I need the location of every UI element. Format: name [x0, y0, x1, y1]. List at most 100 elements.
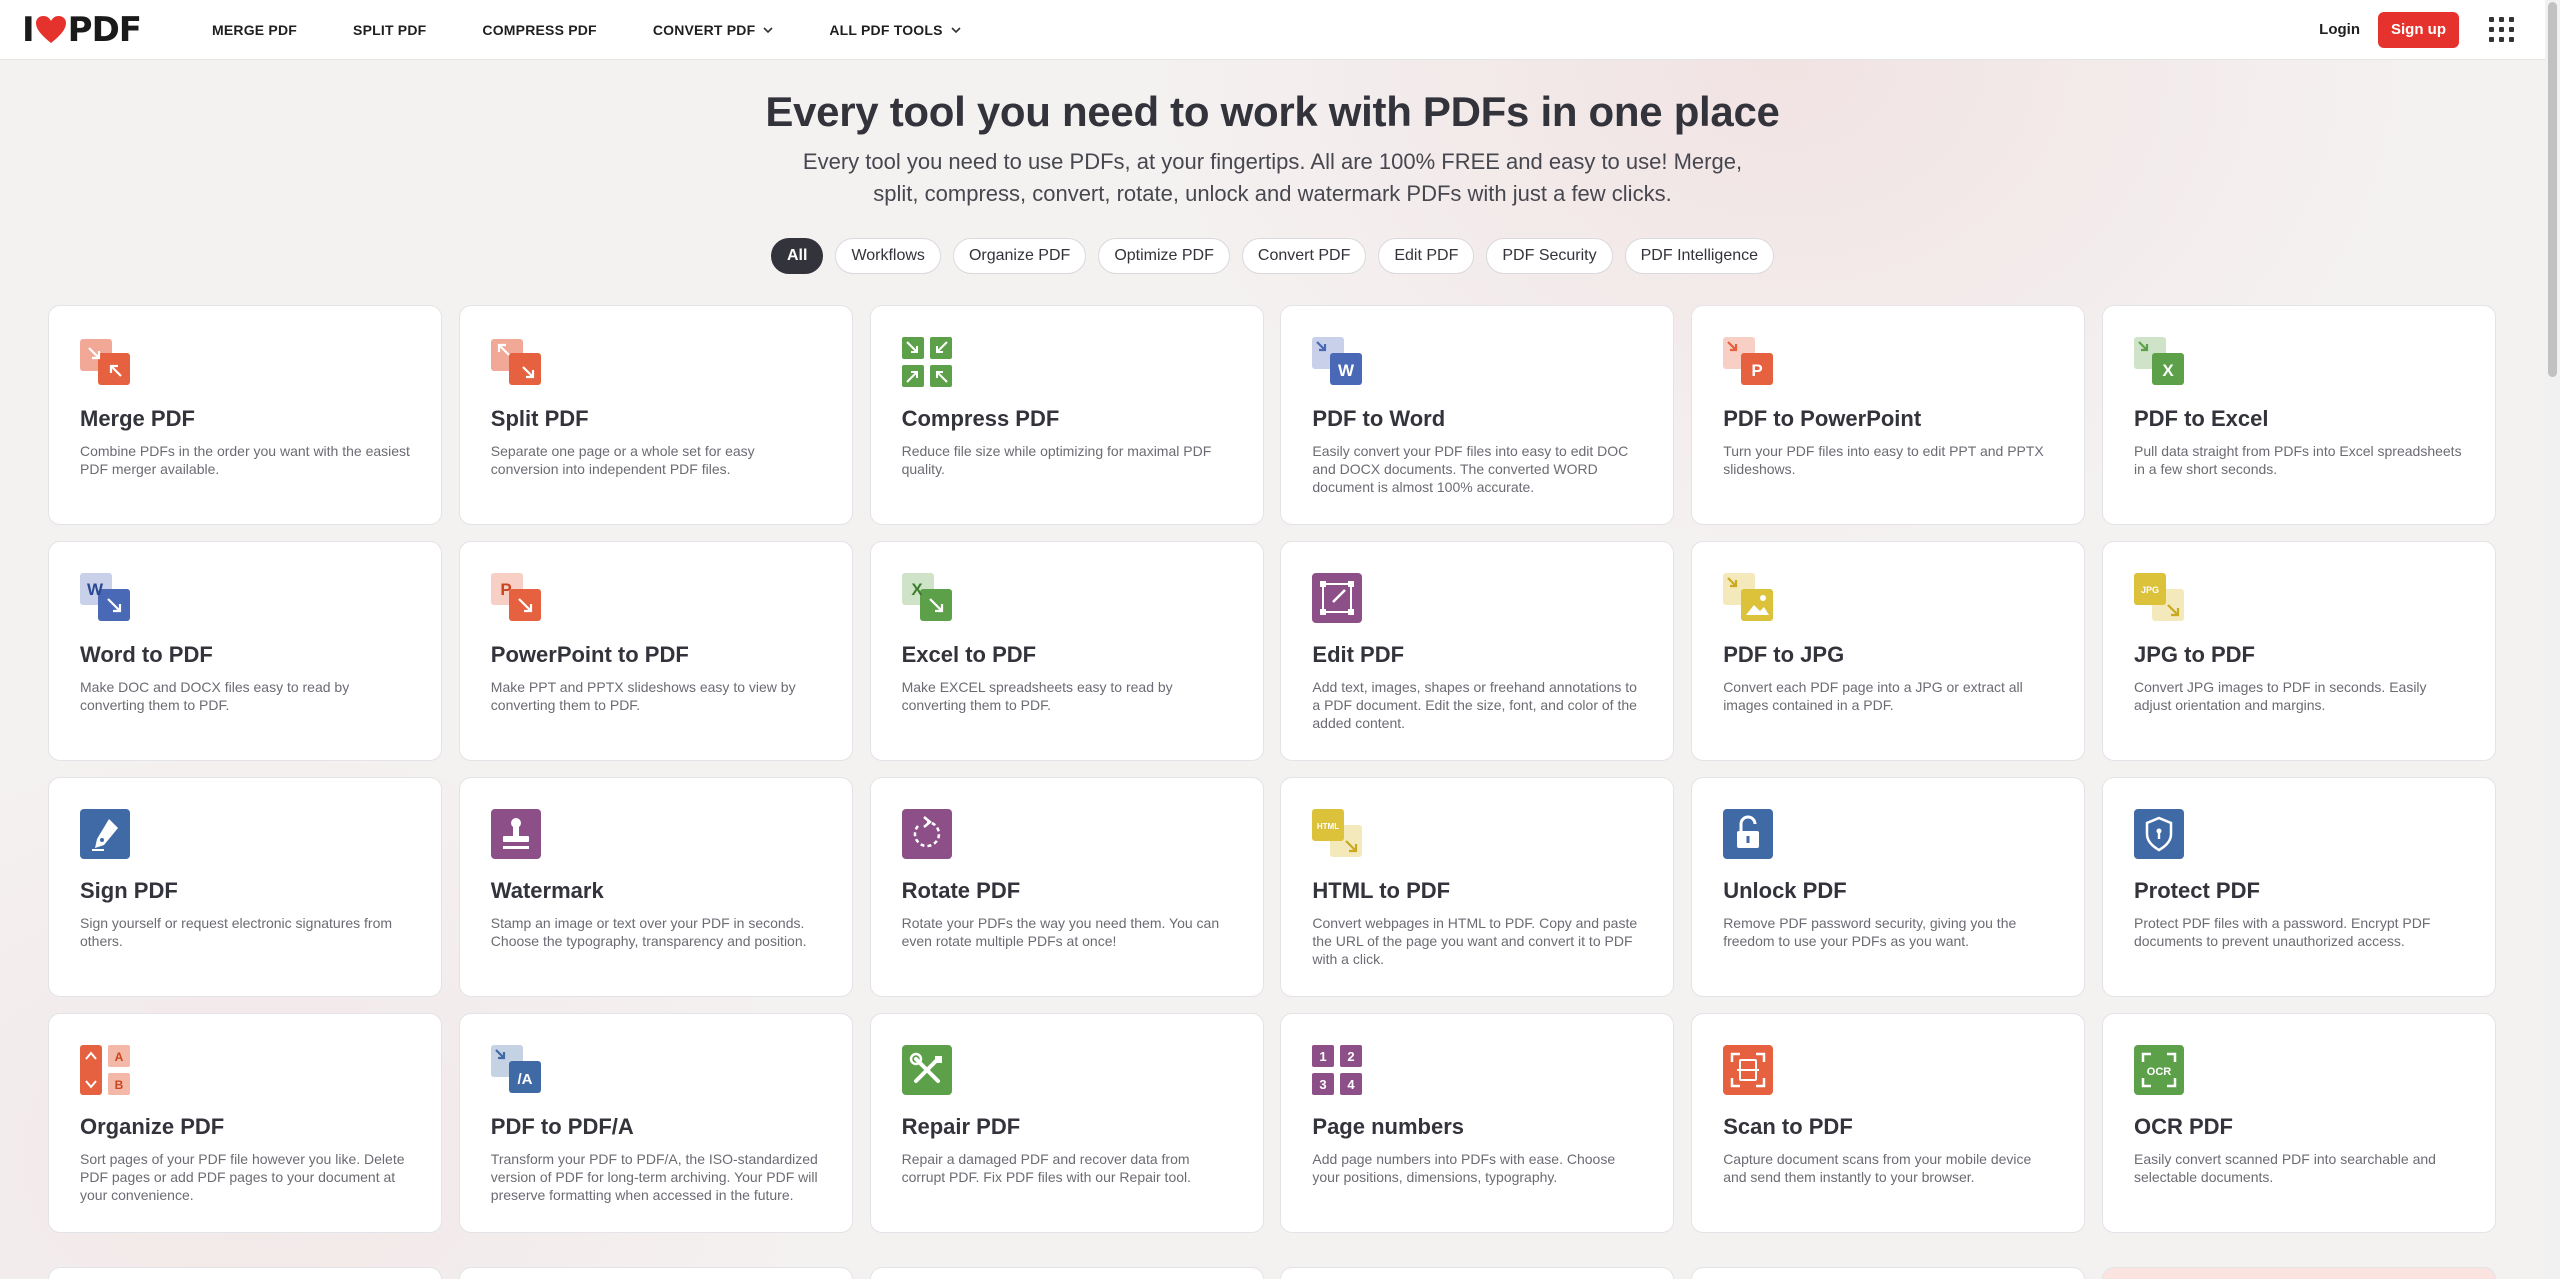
tool-description: Turn your PDF files into easy to edit PP… [1723, 443, 2044, 477]
scrollbar-thumb[interactable] [2548, 2, 2557, 377]
login-link[interactable]: Login [2319, 21, 2360, 38]
tool-description: Rotate your PDFs the way you need them. … [901, 915, 1220, 949]
split-icon [490, 339, 541, 385]
tool-card-compress-pdf[interactable]: Compress PDF Reduce file size while opti… [869, 305, 1264, 525]
icon-letter: B [115, 1078, 124, 1092]
tool-title: HTML to PDF [1312, 878, 1451, 903]
pdf-to-pdfa-icon: /A [490, 1045, 541, 1093]
tool-description: Make PPT and PPTX slideshows easy to vie… [490, 679, 796, 713]
nav-label: ALL PDF TOOLS [829, 21, 943, 38]
edit-pdf-icon [1312, 573, 1363, 623]
tool-card-sign-pdf[interactable]: Sign PDF Sign yourself or request electr… [48, 777, 442, 997]
tool-card-word-to-pdf[interactable]: W Word to PDF Make DOC and DOCX files ea… [48, 541, 442, 761]
filter-edit-pdf[interactable]: Edit PDF [1378, 238, 1475, 274]
pdf-to-powerpoint-icon: P [1723, 337, 1774, 385]
signup-button[interactable]: Sign up [2378, 11, 2459, 48]
tool-description: Combine PDFs in the order you want with … [80, 443, 410, 477]
tool-card-pdf-to-word[interactable]: W PDF to Word Easily convert your PDF fi… [1280, 305, 1675, 525]
organize-icon: A B [80, 1045, 130, 1095]
subtitle-line-2: split, compress, convert, rotate, unlock… [873, 181, 1672, 206]
icon-digit: 1 [1320, 1049, 1327, 1064]
repair-icon [901, 1045, 952, 1095]
tool-description: Sign yourself or request electronic sign… [80, 915, 393, 949]
tool-title: OCR PDF [2133, 1114, 2233, 1139]
nav-split-pdf[interactable]: SPLIT PDF [353, 22, 426, 38]
tool-card-unlock-pdf[interactable]: Unlock PDF Remove PDF password security,… [1691, 777, 2086, 997]
tool-card-protect-pdf[interactable]: Protect PDF Protect PDF files with a pas… [2101, 777, 2496, 997]
filter-optimize-pdf[interactable]: Optimize PDF [1098, 238, 1230, 274]
page-title: Every tool you need to work with PDFs in… [765, 88, 1780, 135]
chevron-down-icon [763, 26, 773, 33]
tool-title: Split PDF [490, 406, 589, 431]
tool-title: Protect PDF [2133, 878, 2260, 903]
nav-compress-pdf[interactable]: COMPRESS PDF [482, 22, 596, 38]
card-peek[interactable] [2101, 1267, 2496, 1279]
nav-merge-pdf[interactable]: MERGE PDF [212, 22, 297, 38]
tool-description: Reduce file size while optimizing for ma… [901, 443, 1212, 477]
tool-card-page-numbers[interactable]: 1 2 3 4 Page numbers Add page numbers in… [1280, 1013, 1675, 1233]
tool-title: Page numbers [1312, 1114, 1464, 1139]
unlock-icon [1723, 809, 1774, 859]
tool-title: PowerPoint to PDF [490, 642, 689, 667]
tool-card-organize-pdf[interactable]: A B Organize PDF Sort pages of your PDF … [48, 1013, 442, 1233]
tool-card-pdf-to-jpg[interactable]: PDF to JPG Convert each PDF page into a … [1691, 541, 2086, 761]
card-peek[interactable] [1280, 1267, 1675, 1279]
tool-title: Watermark [490, 878, 604, 903]
card-peek[interactable] [458, 1267, 853, 1279]
filter-workflows[interactable]: Workflows [835, 238, 941, 274]
card-peek[interactable] [48, 1267, 442, 1279]
page-numbers-icon: 1 2 3 4 [1312, 1045, 1363, 1095]
tool-card-split-pdf[interactable]: Split PDF Separate one page or a whole s… [458, 305, 853, 525]
tool-title: Unlock PDF [1723, 878, 1847, 903]
icon-digit: 3 [1320, 1077, 1327, 1092]
nav-label: SPLIT PDF [353, 21, 427, 38]
tool-card-watermark[interactable]: Watermark Stamp an image or text over yo… [458, 777, 853, 997]
tool-description: Add text, images, shapes or freehand ann… [1312, 679, 1637, 731]
tool-title: PDF to JPG [1723, 642, 1845, 667]
tool-card-ocr-pdf[interactable]: OCR OCR PDF Easily convert scanned PDF i… [2101, 1013, 2496, 1233]
tool-card-powerpoint-to-pdf[interactable]: P PowerPoint to PDF Make PPT and PPTX sl… [458, 541, 853, 761]
nav-all-pdf-tools[interactable]: ALL PDF TOOLS [829, 21, 961, 38]
icon-label: JPG [2141, 585, 2159, 595]
logo-text-pdf: PDF [67, 9, 142, 50]
icon-letter: P [500, 580, 511, 599]
tool-description: Sort pages of your PDF file however you … [80, 1151, 405, 1203]
page-scrollbar[interactable] [2545, 0, 2560, 1279]
ilovepdf-logo[interactable]: I PDF [22, 10, 172, 50]
tool-card-rotate-pdf[interactable]: Rotate PDF Rotate your PDFs the way you … [869, 777, 1264, 997]
card-peek[interactable] [869, 1267, 1264, 1279]
nav-convert-pdf[interactable]: CONVERT PDF [653, 22, 774, 38]
filter-all[interactable]: All [770, 238, 824, 274]
card-peek[interactable] [1691, 1267, 2086, 1279]
tool-card-pdf-to-powerpoint[interactable]: P PDF to PowerPoint Turn your PDF files … [1691, 305, 2086, 525]
top-header: I PDF MERGE PDF SPLIT PDF COMPRESS PDF C… [0, 0, 2545, 60]
tool-card-scan-to-pdf[interactable]: Scan to PDF Capture document scans from … [1691, 1013, 2086, 1233]
tool-card-jpg-to-pdf[interactable]: JPG JPG to PDF Convert JPG images to PDF… [2101, 541, 2496, 761]
tool-title: JPG to PDF [2133, 642, 2255, 667]
filter-pdf-security[interactable]: PDF Security [1486, 238, 1613, 274]
html-to-pdf-icon: HTML [1312, 809, 1363, 857]
tool-title: Word to PDF [80, 642, 213, 667]
tool-card-edit-pdf[interactable]: Edit PDF Add text, images, shapes or fre… [1280, 541, 1675, 761]
tool-card-excel-to-pdf[interactable]: X Excel to PDF Make EXCEL spreadsheets e… [869, 541, 1264, 761]
word-to-pdf-icon: W [80, 573, 130, 621]
excel-to-pdf-icon: X [901, 573, 952, 621]
merge-icon [80, 339, 130, 385]
tool-card-repair-pdf[interactable]: Repair PDF Repair a damaged PDF and reco… [869, 1013, 1264, 1233]
nav-label: MERGE PDF [212, 21, 298, 38]
icon-digit: 2 [1348, 1049, 1355, 1064]
tool-card-pdf-to-pdfa[interactable]: /A PDF to PDF/A Transform your PDF to PD… [458, 1013, 853, 1233]
main-nav: MERGE PDF SPLIT PDF COMPRESS PDF CONVERT… [212, 22, 1017, 38]
apps-grid-icon[interactable] [2489, 16, 2515, 43]
tool-title: PDF to Excel [2133, 406, 2269, 431]
tool-card-merge-pdf[interactable]: Merge PDF Combine PDFs in the order you … [48, 305, 442, 525]
tool-card-pdf-to-excel[interactable]: X PDF to Excel Pull data straight from P… [2101, 305, 2496, 525]
filter-pdf-intelligence[interactable]: PDF Intelligence [1624, 238, 1775, 274]
category-filters: All Workflows Organize PDF Optimize PDF … [0, 238, 2545, 274]
icon-letter: X [2162, 361, 2174, 380]
tool-card-html-to-pdf[interactable]: HTML HTML to PDF Convert webpages in HTM… [1280, 777, 1675, 997]
tool-title: Edit PDF [1312, 642, 1405, 667]
filter-convert-pdf[interactable]: Convert PDF [1241, 238, 1367, 274]
tool-description: Easily convert scanned PDF into searchab… [2133, 1151, 2436, 1185]
filter-organize-pdf[interactable]: Organize PDF [952, 238, 1087, 274]
